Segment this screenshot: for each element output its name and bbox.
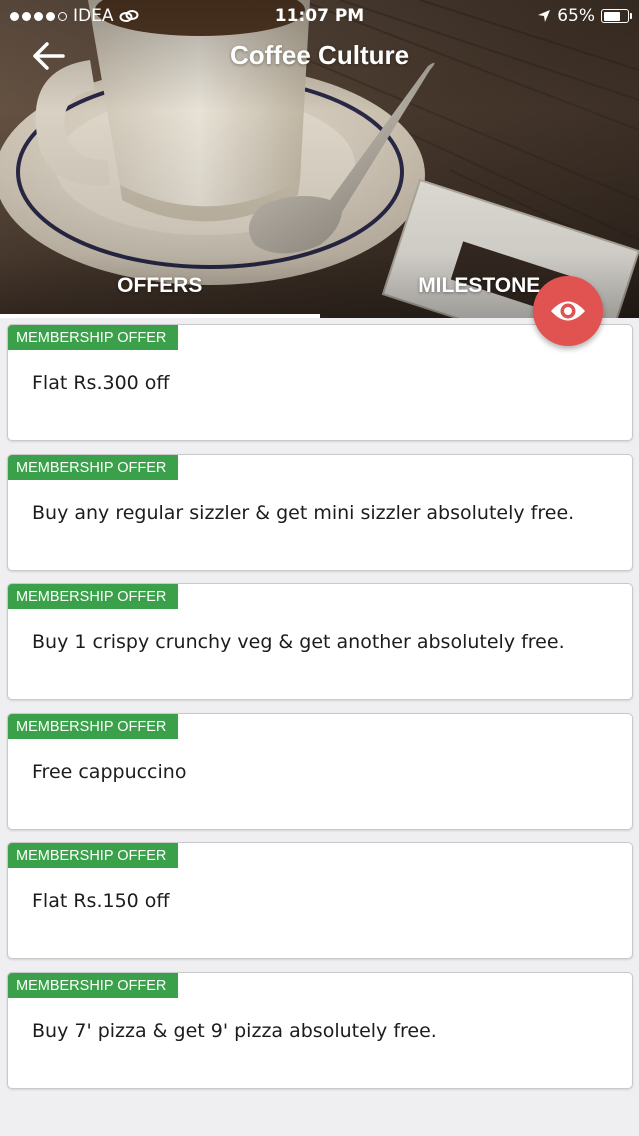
membership-offer-badge: MEMBERSHIP OFFER (8, 455, 178, 480)
offer-card[interactable]: MEMBERSHIP OFFER Buy 1 crispy crunchy ve… (7, 583, 633, 700)
membership-offer-badge: MEMBERSHIP OFFER (8, 584, 178, 609)
membership-offer-badge: MEMBERSHIP OFFER (8, 325, 178, 350)
tab-offers[interactable]: OFFERS (0, 268, 320, 318)
offer-description: Buy 7' pizza & get 9' pizza absolutely f… (32, 1020, 437, 1042)
offer-card[interactable]: MEMBERSHIP OFFER Buy 7' pizza & get 9' p… (7, 972, 633, 1089)
battery-icon (601, 9, 632, 23)
view-eye-button[interactable] (533, 276, 603, 346)
membership-offer-badge: MEMBERSHIP OFFER (8, 714, 178, 739)
offer-card[interactable]: MEMBERSHIP OFFER Free cappuccino (7, 713, 633, 830)
offer-card[interactable]: MEMBERSHIP OFFER Buy any regular sizzler… (7, 454, 633, 571)
offer-description: Buy 1 crispy crunchy veg & get another a… (32, 631, 565, 653)
battery-percent: 65% (557, 6, 595, 26)
offer-description: Buy any regular sizzler & get mini sizzl… (32, 502, 575, 524)
status-bar: IDEA 11:07 PM 65% (0, 0, 639, 34)
offer-card[interactable]: MEMBERSHIP OFFER Flat Rs.300 off (7, 324, 633, 441)
offer-description: Flat Rs.300 off (32, 372, 170, 394)
header-banner: IDEA 11:07 PM 65% Coffee Culture OFFERS … (0, 0, 639, 318)
membership-offer-badge: MEMBERSHIP OFFER (8, 973, 178, 998)
membership-offer-badge: MEMBERSHIP OFFER (8, 843, 178, 868)
active-tab-indicator (0, 314, 320, 318)
eye-icon (551, 301, 585, 321)
page-title: Coffee Culture (229, 40, 410, 70)
location-arrow-icon (538, 10, 551, 22)
offer-description: Free cappuccino (32, 761, 187, 783)
status-right: 65% (537, 6, 632, 26)
offer-card[interactable]: MEMBERSHIP OFFER Flat Rs.150 off (7, 842, 633, 959)
offer-description: Flat Rs.150 off (32, 890, 170, 912)
